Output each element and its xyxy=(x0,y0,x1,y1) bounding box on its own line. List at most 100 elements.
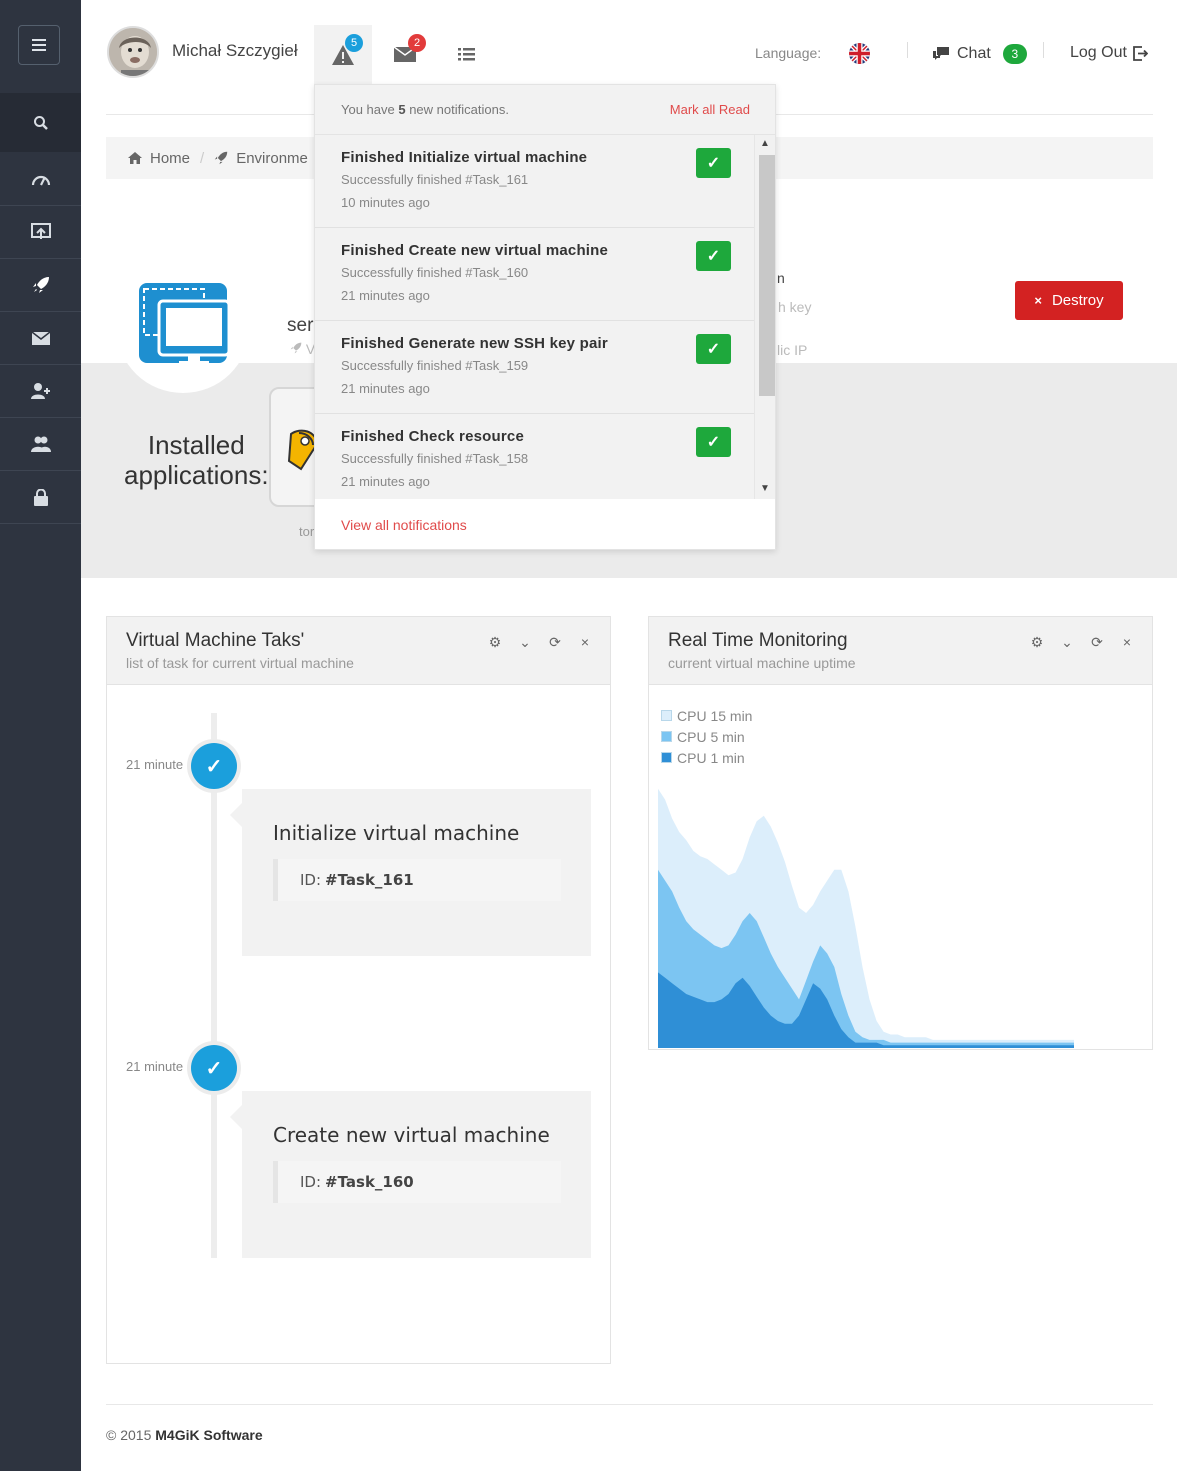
close-icon: × xyxy=(1034,293,1042,308)
notification-title: Finished Generate new SSH key pair xyxy=(341,335,608,352)
notification-item[interactable]: Finished Check resource Successfully fin… xyxy=(315,414,756,499)
header-divider xyxy=(907,42,908,58)
gear-icon[interactable]: ⚙ xyxy=(1030,634,1044,651)
users-icon xyxy=(30,436,51,452)
summary-pre: You have xyxy=(341,102,399,117)
notification-item[interactable]: Finished Create new virtual machine Succ… xyxy=(315,228,756,321)
cpu-area-chart xyxy=(658,788,1074,1048)
header-divider xyxy=(1043,42,1044,58)
task-id: #Task_160 xyxy=(325,1173,414,1191)
footer-company: M4GiK Software xyxy=(155,1427,263,1443)
sidebar-item-add-user[interactable] xyxy=(0,365,81,418)
home-icon xyxy=(128,152,142,164)
notification-time: 21 minutes ago xyxy=(341,381,430,396)
task-id-label: ID: xyxy=(300,1173,322,1191)
sidebar-item-security[interactable] xyxy=(0,471,81,524)
mark-all-read-link[interactable]: Mark all Read xyxy=(670,102,750,117)
chevron-down-icon[interactable]: ⌄ xyxy=(518,634,532,651)
logout-button[interactable]: Log Out xyxy=(1070,44,1148,62)
breadcrumb-divider: / xyxy=(200,149,205,167)
check-icon: ✓ xyxy=(191,743,237,789)
messages-tab[interactable]: 2 xyxy=(376,25,434,84)
notifications-summary: You have 5 new notifications. xyxy=(341,102,509,117)
footer-divider xyxy=(106,1404,1153,1405)
legend-item[interactable]: CPU 1 min xyxy=(661,747,752,768)
chart-legend: CPU 15 min CPU 5 min CPU 1 min xyxy=(661,705,752,768)
legend-item[interactable]: CPU 5 min xyxy=(661,726,752,747)
notifications-header: You have 5 new notifications. Mark all R… xyxy=(315,85,775,135)
monitoring-panel: Real Time Monitoring current virtual mac… xyxy=(648,616,1153,1050)
sidebar-item-users[interactable] xyxy=(0,418,81,471)
notification-time: 21 minutes ago xyxy=(341,474,430,489)
legend-label: CPU 15 min xyxy=(677,707,753,724)
installed-applications-heading: Installed applications: xyxy=(124,430,269,490)
environment-type: V xyxy=(290,341,315,357)
notification-time: 21 minutes ago xyxy=(341,288,430,303)
uk-flag-icon[interactable] xyxy=(849,43,870,64)
check-icon: ✓ xyxy=(696,427,731,457)
timeline-node: ✓ xyxy=(187,739,241,793)
sidebar-item-deploy[interactable] xyxy=(0,206,81,259)
menu-toggle-button[interactable] xyxy=(18,25,60,65)
environment-icon-wrapper xyxy=(117,265,249,393)
timeline-time: 21 minute xyxy=(126,757,184,772)
close-icon[interactable]: × xyxy=(578,634,592,651)
sidebar-item-messages[interactable] xyxy=(0,312,81,365)
notification-subtitle: Successfully finished #Task_161 xyxy=(341,172,529,187)
gear-icon[interactable]: ⚙ xyxy=(488,634,502,651)
sidebar-search-button[interactable] xyxy=(0,93,81,152)
view-all-notifications-link[interactable]: View all notifications xyxy=(315,499,775,551)
chevron-down-icon[interactable]: ⌄ xyxy=(1060,634,1074,651)
monitoring-panel-tools: ⚙ ⌄ ⟳ × xyxy=(1030,634,1134,651)
application-label: tor xyxy=(299,524,315,539)
dashboard-icon xyxy=(31,175,50,186)
rocket-icon xyxy=(32,277,49,293)
timeline-time: 21 minute xyxy=(126,1059,184,1074)
refresh-icon[interactable]: ⟳ xyxy=(1090,634,1104,651)
destroy-button[interactable]: × Destroy xyxy=(1015,281,1123,320)
notifications-scrollbar[interactable]: ▲ ▼ xyxy=(754,135,775,499)
sidebar-item-dashboard[interactable] xyxy=(0,153,81,206)
tasks-panel-subtitle: list of task for current virtual machine xyxy=(126,655,354,671)
sidebar-item-environments[interactable] xyxy=(0,259,81,312)
tasks-panel: Virtual Machine Taks' list of task for c… xyxy=(106,616,611,1364)
footer-copyright: © 2015 xyxy=(106,1427,152,1443)
environment-detail-fragment: n xyxy=(777,270,785,286)
notifications-list: Finished Initialize virtual machine Succ… xyxy=(315,135,775,499)
refresh-icon[interactable]: ⟳ xyxy=(548,634,562,651)
timeline-line xyxy=(211,713,217,1258)
chat-button[interactable]: Chat 3 xyxy=(933,44,1027,64)
tasks-panel-tools: ⚙ ⌄ ⟳ × xyxy=(488,634,592,651)
search-icon xyxy=(33,115,48,130)
avatar[interactable] xyxy=(107,26,159,78)
check-icon: ✓ xyxy=(696,334,731,364)
chat-badge: 3 xyxy=(1002,44,1027,64)
notification-item[interactable]: Finished Generate new SSH key pair Succe… xyxy=(315,321,756,414)
notification-title: Finished Check resource xyxy=(341,428,524,445)
task-title: Initialize virtual machine xyxy=(273,821,520,845)
close-icon[interactable]: × xyxy=(1120,634,1134,651)
legend-item[interactable]: CPU 15 min xyxy=(661,705,752,726)
monitoring-panel-subtitle: current virtual machine uptime xyxy=(668,655,856,671)
tasks-tab[interactable] xyxy=(437,25,495,84)
logout-icon xyxy=(1133,45,1148,61)
alerts-badge: 5 xyxy=(345,34,363,52)
check-icon: ✓ xyxy=(696,148,731,178)
breadcrumb-environment[interactable]: Environme xyxy=(214,150,308,167)
rocket-icon xyxy=(214,151,228,165)
legend-label: CPU 1 min xyxy=(677,749,745,766)
task-id: #Task_161 xyxy=(325,871,414,889)
language-label: Language: xyxy=(755,45,822,61)
alerts-tab[interactable]: 5 xyxy=(314,25,372,84)
user-name[interactable]: Michał Szczygieł xyxy=(172,41,298,61)
timeline-card: Create new virtual machine ID: #Task_160 xyxy=(230,1091,591,1258)
breadcrumb-home[interactable]: Home xyxy=(128,150,190,167)
timeline-card: Initialize virtual machine ID: #Task_161 xyxy=(230,789,591,956)
timeline-node: ✓ xyxy=(187,1041,241,1095)
messages-badge: 2 xyxy=(408,34,426,52)
scrollbar-thumb[interactable] xyxy=(759,155,775,396)
installed-line-1: Installed xyxy=(147,430,245,460)
scroll-up-icon[interactable]: ▲ xyxy=(760,138,770,149)
notification-item[interactable]: Finished Initialize virtual machine Succ… xyxy=(315,135,756,228)
scroll-down-icon[interactable]: ▼ xyxy=(760,483,770,494)
